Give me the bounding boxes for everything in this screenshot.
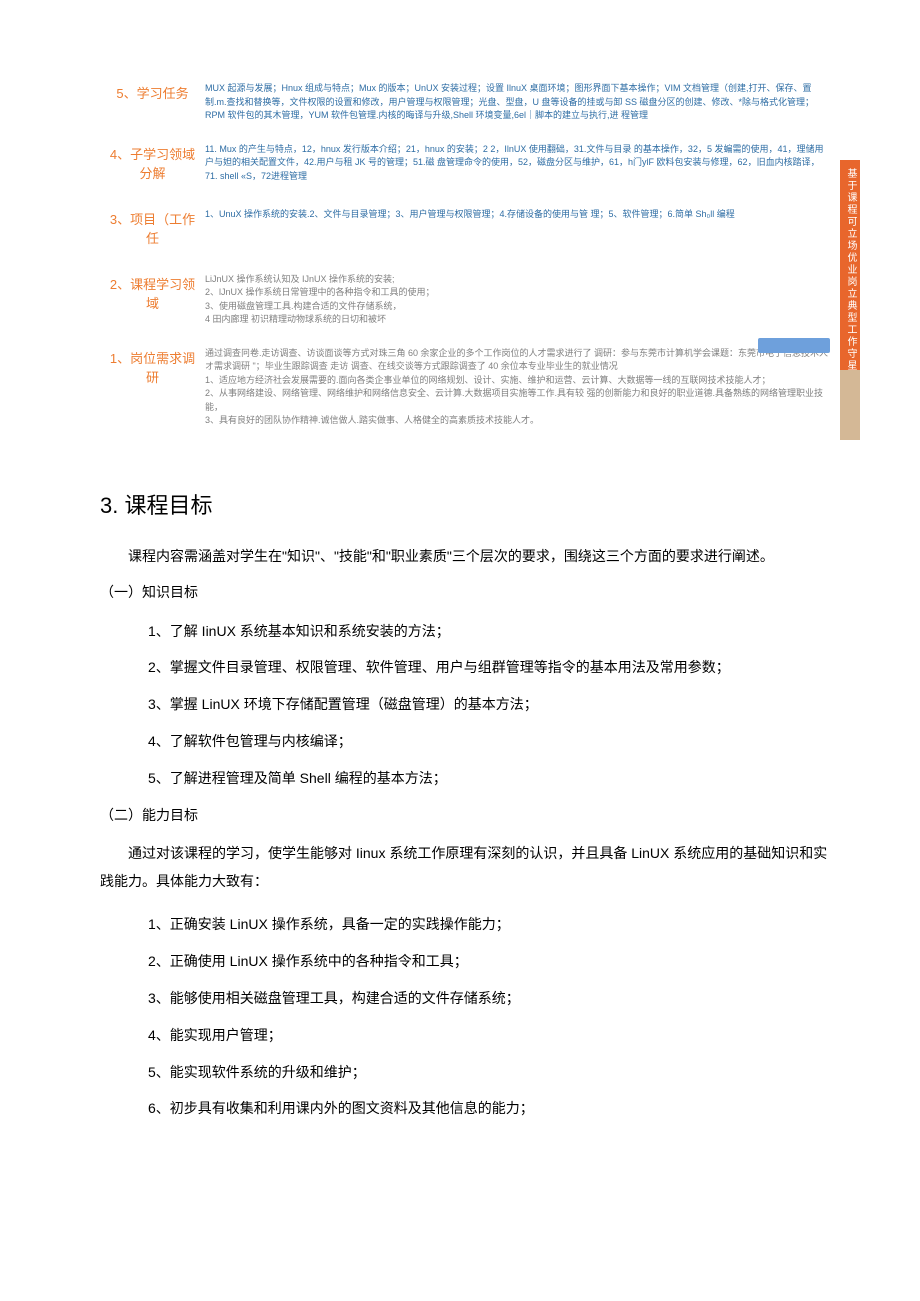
row-label-text: 学习任务 [137, 86, 189, 101]
diagram-row-3: 3、项目（工作任 1、UnuX 操作系统的安装.2、文件与目录管理；3、用户管理… [100, 206, 830, 253]
list-item: 5、能实现软件系统的升级和维护； [148, 1057, 830, 1088]
row-label-text: 课程学习领域 [130, 277, 195, 312]
row-content-3: 1、UnuX 操作系统的安装.2、文件与目录管理；3、用户管理与权限管理；4.存… [205, 206, 830, 222]
list-item: 6、初步具有收集和利用课内外的图文资料及其他信息的能力； [148, 1093, 830, 1124]
diagram-section: 基于课程可立场优业岗立典型工作守星 5、学习任务 MUX 起源与发展；Hnux … [100, 80, 830, 428]
list-item: 2、掌握文件目录管理、权限管理、软件管理、用户与组群管理等指令的基本用法及常用参… [148, 652, 830, 683]
list-item: 1、了解 IinUX 系统基本知识和系统安装的方法； [148, 616, 830, 647]
list-item: 3、掌握 LinUX 环境下存储配置管理（磁盘管理）的基本方法； [148, 689, 830, 720]
row-content-5: MUX 起源与发展；Hnux 组成与特点；Mux 的版本；UnUX 安装过程；设… [205, 80, 830, 123]
diagram-row-1: 1、岗位需求调研 通过调查冋卷.走访调查、访谈面谈等方式对珠三角 60 余家企业… [100, 345, 830, 428]
row-num: 2 [110, 277, 117, 292]
knowledge-list: 1、了解 IinUX 系统基本知识和系统安装的方法； 2、掌握文件目录管理、权限… [100, 616, 830, 794]
blue-badge [758, 338, 830, 353]
diagram-row-2: 2、课程学习领域 LiJnUX 操作系统认知及 IJnUX 操作系统的安装; 2… [100, 271, 830, 327]
row-label-3: 3、项目（工作任 [100, 206, 205, 253]
side-tab: 基于课程可立场优业岗立典型工作守星 [840, 160, 860, 440]
ability-list: 1、正确安装 LinUX 操作系统，具备一定的实践操作能力； 2、正确使用 Li… [100, 909, 830, 1124]
list-item: 4、了解软件包管理与内核编译； [148, 726, 830, 757]
list-item: 2、正确使用 LinUX 操作系统中的各种指令和工具； [148, 946, 830, 977]
section-title-3: 3. 课程目标 [100, 488, 830, 520]
row-content-2: LiJnUX 操作系统认知及 IJnUX 操作系统的安装; 2、lJnUX 操作… [205, 271, 830, 327]
row-num: 1 [110, 351, 117, 366]
sub-heading-ability: （二）能力目标 [100, 805, 830, 825]
row-label-text: 项目（工作任 [130, 212, 195, 247]
row-label-5: 5、学习任务 [100, 80, 205, 108]
row-content-1: 通过调查冋卷.走访调查、访谈面谈等方式对珠三角 60 余家企业的多个工作岗位的人… [205, 345, 830, 428]
list-item: 4、能实现用户管理； [148, 1020, 830, 1051]
list-item: 3、能够使用相关磁盘管理工具，构建合适的文件存储系统； [148, 983, 830, 1014]
row-label-text: 子学习领域分解 [130, 147, 195, 182]
row-num: 3 [110, 212, 117, 227]
row-num: 4 [110, 147, 117, 162]
row-label-4: 4、子学习领域分解 [100, 141, 205, 188]
list-item: 5、了解进程管理及简单 Shell 编程的基本方法； [148, 763, 830, 794]
row-content-4: 11. Mux 的产生与特点，12，hnux 发行版本介绍；21，hnux 的安… [205, 141, 830, 184]
diagram-row-5: 5、学习任务 MUX 起源与发展；Hnux 组成与特点；Mux 的版本；UnUX… [100, 80, 830, 123]
ability-intro: 通过对该课程的学习，使学生能够对 Iinux 系统工作原理有深刻的认识，并且具备… [100, 839, 830, 895]
row-label-1: 1、岗位需求调研 [100, 345, 205, 392]
list-item: 1、正确安装 LinUX 操作系统，具备一定的实践操作能力； [148, 909, 830, 940]
diagram-row-4: 4、子学习领域分解 11. Mux 的产生与特点，12，hnux 发行版本介绍；… [100, 141, 830, 188]
row-num: 5 [116, 86, 123, 101]
sub-heading-knowledge: （一）知识目标 [100, 582, 830, 602]
intro-paragraph: 课程内容需涵盖对学生在"知识"、"技能"和"职业素质"三个层次的要求，围绕这三个… [100, 542, 830, 570]
row-label-text: 岗位需求调研 [130, 351, 195, 386]
row-label-2: 2、课程学习领域 [100, 271, 205, 318]
